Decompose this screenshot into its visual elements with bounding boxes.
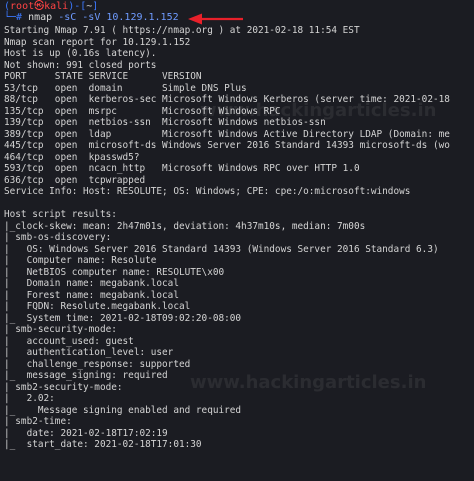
output-line: 464/tcp open kpasswd5? bbox=[4, 151, 140, 163]
output-line: | smb-os-discovery: bbox=[4, 232, 112, 243]
output-line: |_ Message signing enabled and required bbox=[4, 404, 242, 416]
red-arrow-icon bbox=[188, 13, 243, 25]
output-line: |_clock-skew: mean: 2h47m01s, deviation:… bbox=[4, 220, 366, 232]
prompt-line-1: (root㉿kali)-[~] bbox=[4, 1, 98, 12]
prompt-user-host: root㉿kali bbox=[10, 1, 69, 12]
output-line: | Forest name: megabank.local bbox=[4, 289, 179, 301]
prompt-symbol: └─# bbox=[4, 12, 29, 23]
output-line: 88/tcp open kerberos-sec Microsoft Windo… bbox=[4, 94, 450, 105]
output-line: | challenge_response: supported bbox=[4, 358, 191, 370]
command-name: nmap bbox=[28, 12, 53, 23]
output-line: 53/tcp open domain Simple DNS Plus bbox=[4, 82, 247, 94]
terminal-output: Starting Nmap 7.91 ( https://nmap.org ) … bbox=[4, 25, 474, 451]
output-line: 593/tcp open ncacn_http Microsoft Window… bbox=[4, 163, 360, 174]
output-line: 135/tcp open msrpc Microsoft Windows RPC bbox=[4, 105, 281, 117]
output-line: |_ start_date: 2021-02-18T17:01:30 bbox=[4, 439, 202, 450]
output-line: | OS: Windows Server 2016 Standard 14393… bbox=[4, 243, 439, 255]
command-args: -sC -sV 10.129.1.152 bbox=[52, 12, 179, 23]
output-line: | Domain name: megabank.local bbox=[4, 278, 179, 289]
output-line: Nmap scan report for 10.129.1.152 bbox=[4, 36, 191, 48]
output-line: | date: 2021-02-18T17:02:19 bbox=[4, 427, 168, 439]
output-line: Host is up (0.16s latency). bbox=[4, 48, 157, 59]
output-line: Host script results: bbox=[4, 209, 117, 220]
output-line: | NetBIOS computer name: RESOLUTE\x00 bbox=[4, 266, 225, 278]
output-line: | smb2-time: bbox=[4, 416, 72, 427]
output-line: 389/tcp open ldap Microsoft Windows Acti… bbox=[4, 128, 450, 140]
output-line: |_ message_signing: required bbox=[4, 370, 168, 381]
output-line: | smb-security-mode: bbox=[4, 324, 117, 335]
output-line: Service Info: Host: RESOLUTE; OS: Window… bbox=[4, 186, 411, 197]
output-line: | Computer name: Resolute bbox=[4, 255, 157, 266]
output-line: | 2.02: bbox=[4, 393, 55, 404]
output-line: | FQDN: Resolute.megabank.local bbox=[4, 301, 191, 312]
output-line: |_ System time: 2021-02-18T09:02:20-08:0… bbox=[4, 312, 242, 324]
output-line: 445/tcp open microsoft-ds Windows Server… bbox=[4, 140, 450, 151]
output-line: | smb2-security-mode: bbox=[4, 381, 123, 393]
output-line: Not shown: 991 closed ports bbox=[4, 59, 157, 71]
output-line: | authentication_level: user bbox=[4, 347, 174, 358]
output-line: 636/tcp open tcpwrapped bbox=[4, 174, 146, 186]
prompt-line-2: └─# nmap -sC -sV 10.129.1.152 bbox=[4, 12, 179, 23]
output-line: PORT STATE SERVICE VERSION bbox=[4, 71, 202, 82]
output-line: Starting Nmap 7.91 ( https://nmap.org ) … bbox=[4, 25, 360, 36]
prompt-bracket-close: ] bbox=[92, 1, 99, 12]
prompt-bracket-mid: )-[ bbox=[68, 1, 87, 12]
output-line: | account_used: guest bbox=[4, 335, 134, 347]
output-line: 139/tcp open netbios-ssn Microsoft Windo… bbox=[4, 117, 326, 128]
terminal-window[interactable]: (root㉿kali)-[~] └─# nmap -sC -sV 10.129.… bbox=[0, 0, 474, 481]
